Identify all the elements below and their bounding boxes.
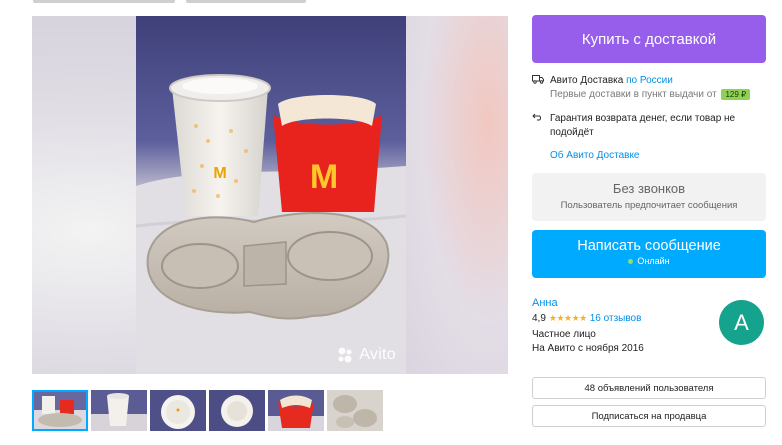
return-arrow-icon: [532, 112, 542, 126]
delivery-info: Авито Доставка по России Первые доставки…: [532, 74, 766, 102]
sidebar: Купить с доставкой Авито Доставка по Рос…: [532, 15, 766, 427]
rating-stars-icon: ★★★★★: [548, 313, 587, 323]
seller-since: На Авито с ноября 2016: [532, 343, 644, 354]
no-calls-panel: Без звонков Пользователь предпочитает со…: [532, 173, 766, 221]
buy-with-delivery-button[interactable]: Купить с доставкой: [532, 15, 766, 63]
main-photo[interactable]: M M Avito: [32, 16, 508, 374]
svg-text:M: M: [310, 158, 338, 196]
guarantee-text: Гарантия возврата денег, если товар не п…: [550, 113, 736, 138]
reviews-link[interactable]: 16 отзывов: [590, 313, 642, 324]
about-delivery-link[interactable]: Об Авито Доставке: [550, 150, 640, 161]
photo-blurred-background-right: [404, 16, 508, 374]
product-photo: M M: [136, 16, 406, 374]
thumbnail-3[interactable]: [150, 390, 206, 431]
delivery-service: Авито Доставка: [550, 75, 624, 86]
watermark-text: Avito: [359, 346, 396, 363]
thumbnail-1[interactable]: [32, 390, 88, 431]
avito-watermark: Avito: [336, 346, 396, 364]
svg-text:M: M: [213, 165, 226, 182]
avatar-letter: A: [734, 309, 749, 335]
subscribe-seller-button[interactable]: Подписаться на продавца: [532, 405, 766, 427]
thumbnail-strip: [32, 390, 383, 431]
first-delivery-text: Первые доставки в пункт выдачи от: [550, 89, 717, 100]
subscribe-seller-label: Подписаться на продавца: [591, 410, 707, 422]
write-message-label: Написать сообщение: [577, 238, 721, 254]
delivery-price-badge: 129 ₽: [721, 89, 751, 100]
delivery-region-link[interactable]: по России: [626, 75, 673, 86]
online-status-text: Онлайн: [637, 256, 670, 266]
seller-avatar[interactable]: A: [719, 300, 764, 345]
user-listings-button[interactable]: 48 объявлений пользователя: [532, 377, 766, 399]
buy-button-label: Купить с доставкой: [581, 30, 717, 48]
rating-value: 4,9: [532, 313, 546, 324]
delivery-line-2: Первые доставки в пункт выдачи от 129 ₽: [550, 88, 766, 102]
top-tab-right: [186, 0, 306, 3]
avito-logo-icon: [338, 347, 352, 363]
truck-icon: [532, 74, 544, 88]
online-dot-icon: [628, 258, 634, 264]
no-calls-subtitle: Пользователь предпочитает сообщения: [560, 200, 738, 211]
thumbnail-2[interactable]: [91, 390, 147, 431]
thumbnail-5[interactable]: [268, 390, 324, 431]
online-status: Онлайн: [532, 256, 766, 266]
top-tab-left: [33, 0, 175, 3]
thumbnail-4[interactable]: [209, 390, 265, 431]
about-delivery-row: Об Авито Доставке: [532, 149, 766, 163]
seller-card: Анна 4,9 ★★★★★ 16 отзывов Частное лицо Н…: [532, 297, 766, 367]
guarantee-info: Гарантия возврата денег, если товар не п…: [532, 112, 766, 140]
delivery-line-1: Авито Доставка по России: [550, 74, 766, 88]
write-message-button[interactable]: Написать сообщение Онлайн: [532, 230, 766, 278]
no-calls-title: Без звонков: [612, 181, 686, 196]
user-listings-label: 48 объявлений пользователя: [584, 382, 714, 394]
thumbnail-6[interactable]: [327, 390, 383, 431]
product-illustration: M M: [136, 16, 406, 374]
